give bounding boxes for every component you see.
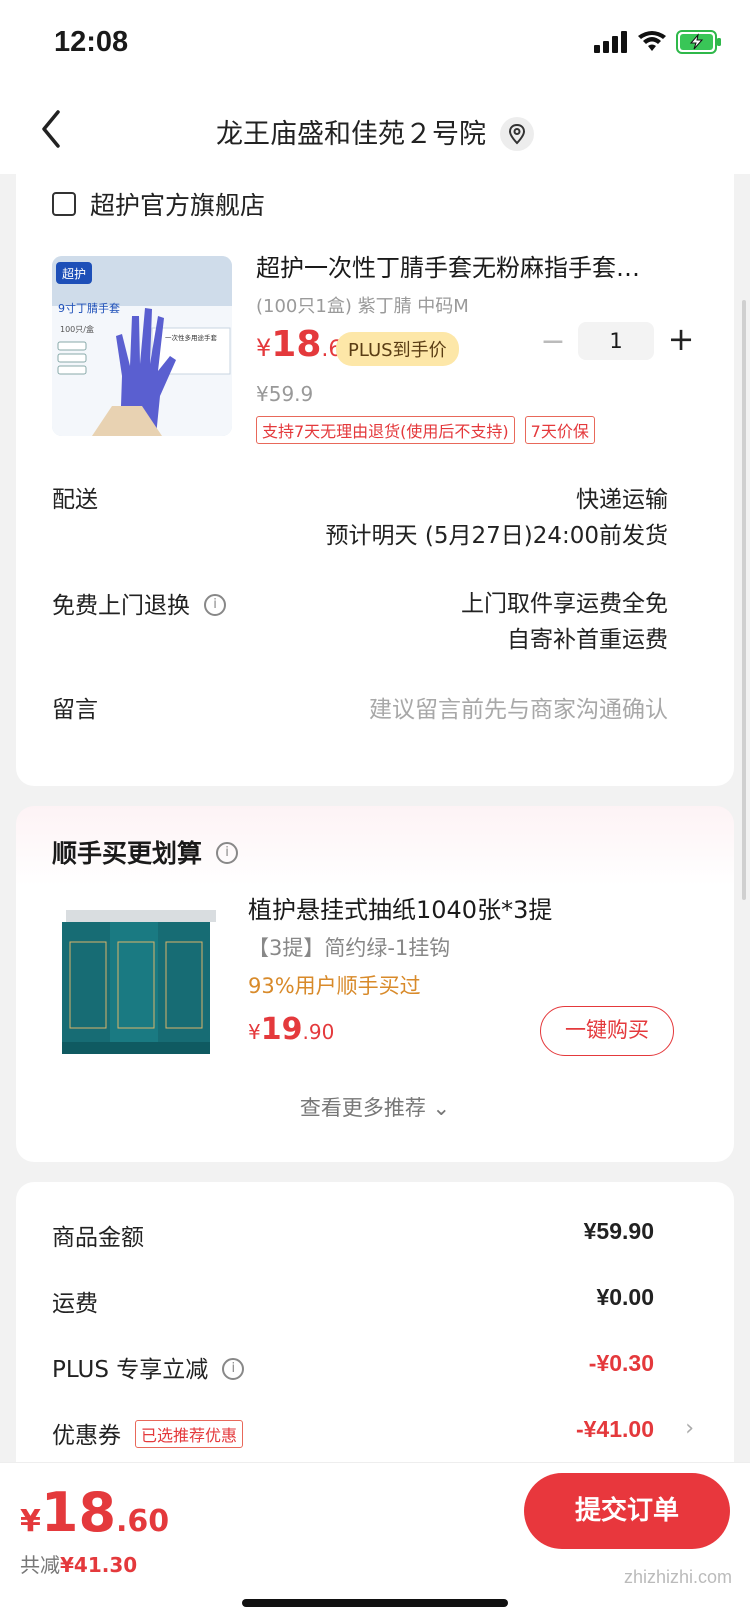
return-policy-tag: 支持7天无理由退货(使用后不支持)	[256, 416, 515, 444]
status-icons	[594, 30, 722, 54]
address-text: 龙王庙盛和佳苑２号院	[216, 119, 486, 150]
recommend-card: 顺手买更划算 i 植护悬挂式抽纸1040张*3提 【3提】简约绿-1挂钩 93%用…	[16, 806, 734, 1162]
recommend-title: 顺手买更划算 i	[52, 834, 239, 870]
plus-discount-value: -¥0.30	[588, 1350, 654, 1376]
plus-discount-label: PLUS 专享立减 i	[52, 1350, 245, 1384]
recommend-product-image[interactable]	[52, 892, 224, 1064]
delivery-eta[interactable]: 预计明天 (5月27日)24:00前发货	[326, 516, 668, 550]
location-pin-icon[interactable]	[500, 116, 534, 151]
coupon-value[interactable]: -¥41.00	[576, 1416, 654, 1443]
order-item-card: 超护官方旗舰店 超护 9寸丁腈手套 100只/盒 一次性多用途手套 超护一次性丁…	[16, 174, 734, 786]
total-price: ¥ 18 .60	[20, 1481, 170, 1544]
store-icon	[52, 192, 76, 216]
info-icon[interactable]: i	[216, 842, 239, 864]
shipping-fee-value: ¥0.00	[596, 1284, 654, 1310]
recommend-product-title[interactable]: 植护悬挂式抽纸1040张*3提	[248, 890, 552, 925]
total-saving: 共减¥41.30	[20, 1553, 138, 1577]
checkout-bar: ¥ 18 .60 共减¥41.30 提交订单 zhizhizhi.com	[0, 1462, 750, 1624]
signal-icon	[594, 31, 627, 53]
delivery-method[interactable]: 快递运输	[576, 480, 668, 514]
product-spec[interactable]: (100只1盒) 紫丁腈 中码M	[256, 292, 469, 318]
status-time: 12:08	[54, 26, 129, 58]
recommend-product-spec: 【3提】简约绿-1挂钩	[248, 936, 451, 960]
address-title[interactable]: 龙王庙盛和佳苑２号院	[0, 112, 750, 153]
chevron-right-icon[interactable]: ›	[685, 1416, 694, 1441]
quantity-value[interactable]: 1	[578, 322, 654, 360]
return-service-label: 免费上门退换 i	[52, 586, 226, 620]
message-label: 留言	[52, 697, 98, 723]
status-bar: 12:08	[0, 0, 750, 88]
brand-logo-text: 超护	[62, 266, 86, 281]
return-service-line2[interactable]: 自寄补首重运费	[507, 620, 668, 654]
product-title[interactable]: 超护一次性丁腈手套无粉麻指手套…	[256, 248, 696, 283]
quantity-decrease-button[interactable]: −	[538, 324, 568, 359]
return-service-line1[interactable]: 上门取件享运费全免	[461, 584, 668, 618]
svg-text:100只/盒: 100只/盒	[60, 324, 94, 334]
store-row[interactable]: 超护官方旗舰店	[52, 186, 265, 222]
goods-amount-value: ¥59.90	[583, 1218, 654, 1244]
plus-price-badge: PLUS到手价	[336, 332, 459, 366]
coupon-selected-tag: 已选推荐优惠	[135, 1419, 244, 1448]
message-input[interactable]: 建议留言前先与商家沟通确认	[369, 690, 668, 724]
quantity-increase-button[interactable]: +	[664, 320, 698, 358]
nav-bar: 龙王庙盛和佳苑２号院	[0, 88, 750, 174]
delivery-label: 配送	[52, 487, 98, 513]
price-summary-card: 商品金额 ¥59.90 运费 ¥0.00 PLUS 专享立减 i -¥0.30 优…	[16, 1182, 734, 1482]
goods-amount-label: 商品金额	[52, 1225, 144, 1251]
more-recommendations-link[interactable]: 查看更多推荐 ⌄	[16, 1092, 734, 1122]
shipping-fee-label: 运费	[52, 1291, 98, 1317]
watermark: zhizhizhi.com	[623, 1567, 732, 1587]
service-tags: 支持7天无理由退货(使用后不支持) 7天价保	[256, 416, 595, 444]
product-image[interactable]: 超护 9寸丁腈手套 100只/盒 一次性多用途手套	[52, 256, 232, 436]
scrollbar[interactable]	[742, 300, 746, 900]
original-price: ¥59.9	[256, 382, 314, 406]
info-icon[interactable]: i	[204, 593, 226, 616]
svg-text:一次性多用途手套: 一次性多用途手套	[165, 333, 218, 342]
coupon-label[interactable]: 优惠券 已选推荐优惠	[52, 1416, 244, 1451]
wifi-icon	[638, 31, 666, 51]
recommend-product-price: ¥ 19 .90	[248, 1012, 335, 1047]
recommend-product-hint: 93%用户顺手买过	[248, 974, 421, 998]
price-protect-tag: 7天价保	[524, 416, 595, 444]
submit-order-button[interactable]: 提交订单	[524, 1473, 730, 1549]
one-click-buy-button[interactable]: 一键购买	[540, 1006, 674, 1056]
store-name: 超护官方旗舰店	[90, 191, 266, 220]
svg-text:9寸丁腈手套: 9寸丁腈手套	[58, 301, 120, 315]
info-icon[interactable]: i	[222, 1357, 245, 1380]
battery-charging-icon	[676, 30, 721, 54]
home-indicator	[242, 1599, 508, 1607]
